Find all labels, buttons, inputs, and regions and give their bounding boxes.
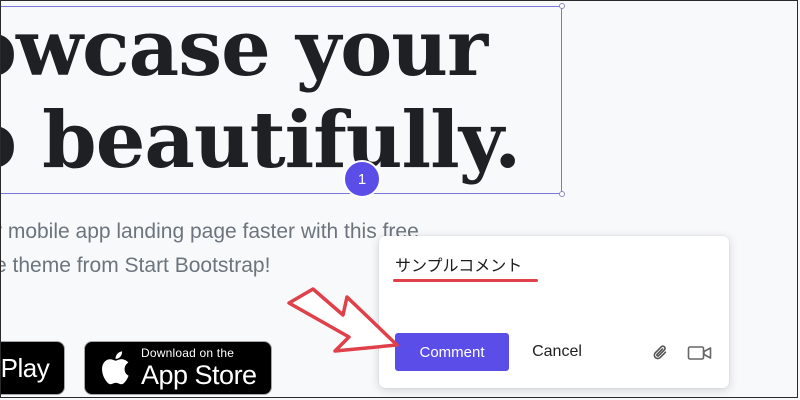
- google-play-badge[interactable]: e Play: [0, 341, 65, 395]
- headline-line-1: owcase your: [0, 3, 488, 94]
- apple-logo-icon: [97, 348, 133, 388]
- app-store-small-label: Download on the: [141, 346, 235, 360]
- comment-pin-marker[interactable]: 1: [343, 160, 381, 198]
- app-store-text: Download on the App Store: [141, 347, 257, 389]
- selection-handle-bottom-right[interactable]: [559, 191, 565, 197]
- comment-red-underline: [393, 279, 538, 282]
- comment-submit-button[interactable]: Comment: [395, 333, 509, 371]
- selection-handle-top-right[interactable]: [559, 3, 565, 9]
- headline-line-2: o beautifully.: [0, 95, 521, 186]
- paperclip-icon[interactable]: [649, 342, 673, 364]
- comment-popup: サンプルコメント Comment Cancel: [379, 236, 729, 388]
- app-store-large-label: App Store: [141, 360, 257, 390]
- comment-cancel-button[interactable]: Cancel: [517, 333, 597, 371]
- video-camera-icon[interactable]: [685, 342, 715, 364]
- screenshot-frame: owcase your o beautifully. 1 r mobile ap…: [0, 0, 798, 398]
- comment-input[interactable]: サンプルコメント: [395, 252, 522, 276]
- google-play-label: e Play: [0, 352, 50, 383]
- hero-headline[interactable]: owcase your o beautifully.: [0, 3, 521, 187]
- app-store-badge[interactable]: Download on the App Store: [84, 341, 272, 395]
